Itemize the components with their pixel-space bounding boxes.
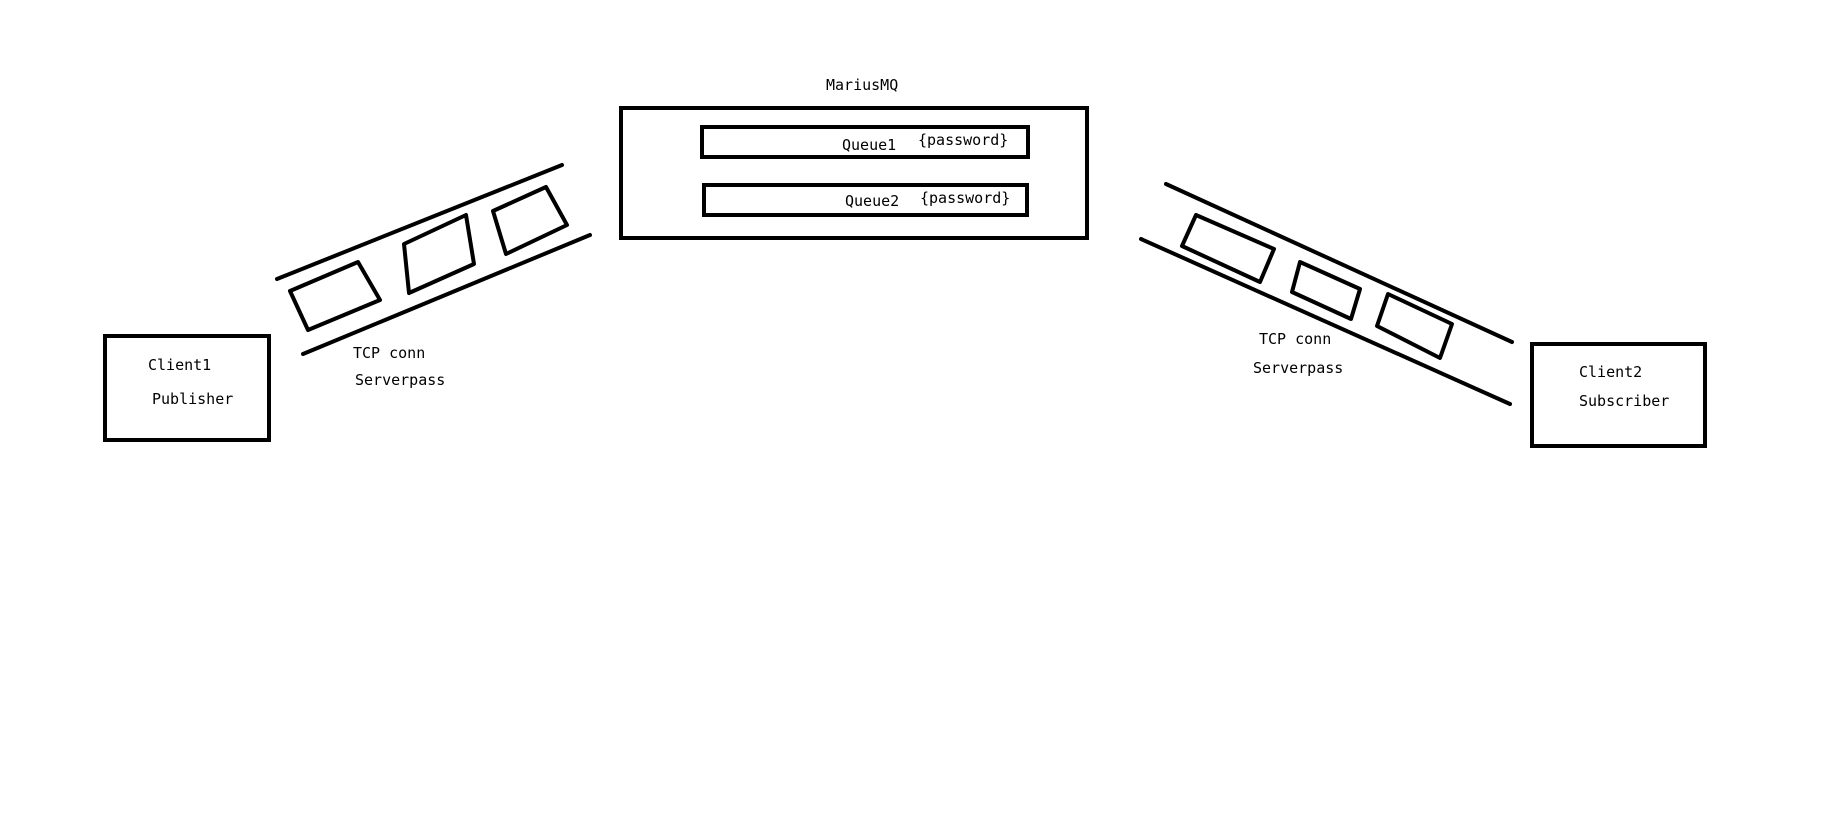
connection-right-label: TCP conn	[1259, 330, 1331, 348]
connection-left-message-1	[288, 260, 382, 332]
client-right-role: Subscriber	[1579, 392, 1669, 410]
connection-left-rail-top	[275, 163, 564, 281]
client-left: Client1 Publisher	[103, 334, 271, 442]
client-right-name: Client2	[1579, 363, 1642, 381]
connection-right: TCP conn Serverpass	[1139, 182, 1514, 406]
queue-1-tag: {password}	[918, 131, 1008, 149]
connection-left-message-2	[402, 213, 476, 295]
queue-2: Queue2 {password}	[702, 183, 1029, 217]
client-left-role: Publisher	[152, 390, 233, 408]
queue-1-name: Queue1	[842, 136, 896, 154]
client-right: Client2 Subscriber	[1530, 342, 1707, 448]
queue-1: Queue1 {password}	[700, 125, 1030, 159]
connection-left-label: TCP conn	[353, 344, 425, 362]
connection-left-auth: Serverpass	[355, 371, 445, 389]
connection-left-message-3	[491, 185, 569, 256]
queue-2-tag: {password}	[920, 189, 1010, 207]
client-left-box	[103, 334, 271, 442]
broker-title: MariusMQ	[826, 76, 898, 94]
connection-left: TCP conn Serverpass	[275, 163, 592, 389]
client-left-name: Client1	[148, 356, 211, 374]
connection-right-auth: Serverpass	[1253, 359, 1343, 377]
queue-2-name: Queue2	[845, 192, 899, 210]
broker: MariusMQ Queue1 {password} Queue2 {passw…	[619, 76, 1089, 240]
architecture-diagram: MariusMQ Queue1 {password} Queue2 {passw…	[103, 76, 1707, 448]
connection-right-rail-bottom	[1139, 237, 1512, 406]
